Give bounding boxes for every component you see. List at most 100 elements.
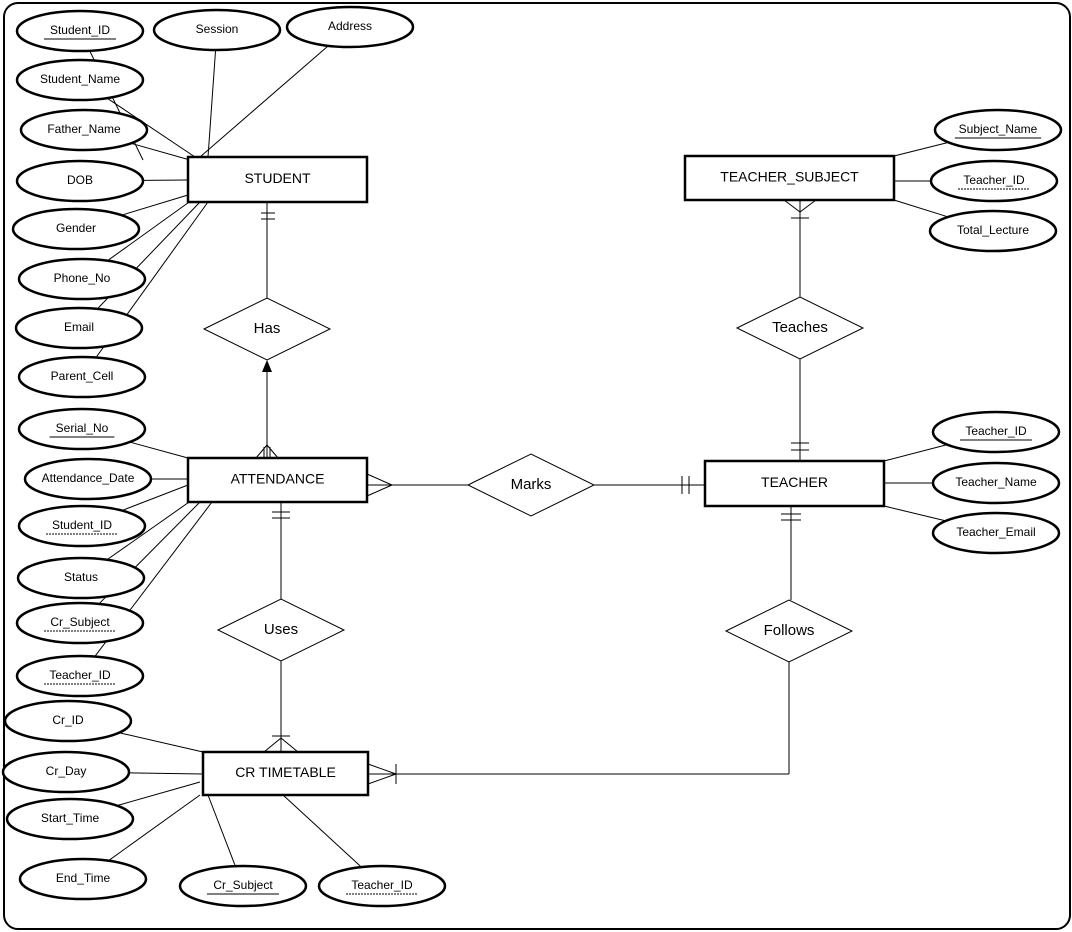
attribute-connector: [893, 199, 949, 218]
relationship-label: Marks: [511, 476, 552, 493]
attribute-cr-subject: Cr_Subject: [178, 864, 308, 908]
relationship-follows: Follows: [724, 599, 854, 663]
attribute-connector: [883, 444, 948, 462]
relationship-label: Teaches: [772, 319, 828, 336]
entity-label: ATTENDANCE: [231, 471, 325, 487]
attribute-cr-day: Cr_Day: [1, 750, 131, 794]
entity-teacher-subject: TEACHER_SUBJECT: [683, 154, 896, 202]
attribute-student-id: Student_ID: [15, 9, 145, 53]
attribute-teacher-id: Teacher_ID: [15, 654, 145, 698]
crow-foot: [263, 737, 282, 753]
attribute-label: Teacher_ID: [965, 424, 1027, 438]
attribute-connector: [130, 142, 191, 161]
attribute-start-time: Start_Time: [5, 797, 135, 841]
crow-foot: [366, 484, 393, 497]
attribute-serial-no: Serial_No: [17, 407, 147, 451]
attribute-label: Student_Name: [40, 72, 120, 86]
attribute-label: Address: [328, 19, 372, 33]
attribute-label: Cr_Subject: [50, 615, 110, 629]
attribute-gender: Gender: [11, 207, 141, 251]
attribute-label: Teacher_Name: [955, 475, 1037, 489]
entity-label: CR TIMETABLE: [235, 764, 336, 780]
attribute-teacher-email: Teacher_Email: [931, 511, 1061, 555]
attribute-label: Subject_Name: [959, 122, 1038, 136]
attribute-teacher-name: Teacher_Name: [931, 461, 1061, 505]
attribute-label: Serial_No: [56, 421, 109, 435]
relationship-label: Follows: [764, 622, 815, 639]
arrow-head-icon: [262, 360, 272, 372]
attribute-subject-name: Subject_Name: [933, 108, 1063, 152]
attribute-email: Email: [14, 306, 144, 350]
attribute-label: Total_Lecture: [957, 223, 1029, 237]
attribute-cr-id: Cr_ID: [3, 699, 133, 743]
entity-teacher: TEACHER: [703, 459, 886, 508]
entity-label: TEACHER_SUBJECT: [720, 169, 859, 185]
attribute-label: Email: [64, 320, 94, 334]
attribute-label: Teacher_Email: [956, 525, 1035, 539]
relationship-teaches: Teaches: [735, 296, 865, 360]
attribute-label: Session: [196, 22, 239, 36]
attribute-session: Session: [152, 8, 282, 52]
entity-student: STUDENT: [186, 155, 369, 204]
attribute-attendance-date: Attendance_Date: [23, 457, 153, 501]
attribute-connector: [121, 194, 189, 216]
crow-foot: [255, 444, 268, 459]
attribute-cr-subject: Cr_Subject: [15, 601, 145, 645]
crow-foot: [367, 773, 397, 785]
er-diagram: Student_ID Session Address Student_Name Fath…: [1, 2, 1071, 930]
attribute-address: Address: [285, 5, 415, 49]
attribute-label: Cr_Subject: [213, 878, 273, 892]
attribute-label: Gender: [56, 221, 96, 235]
attribute-teacher-id: Teacher_ID: [929, 159, 1059, 203]
attribute-label: Teacher_ID: [49, 668, 111, 682]
attribute-label: Student_ID: [50, 23, 110, 37]
attribute-connector: [207, 794, 236, 867]
attribute-connector: [893, 141, 949, 157]
attribute-label: End_Time: [56, 871, 111, 885]
attribute-label: Status: [64, 570, 98, 584]
attribute-label: Cr_Day: [46, 764, 87, 778]
attribute-end-time: End_Time: [18, 857, 148, 901]
attribute-connector: [118, 732, 204, 753]
attribute-parent-cell: Parent_Cell: [17, 355, 147, 399]
attribute-connector: [199, 45, 329, 158]
relationship-label: Uses: [264, 621, 298, 638]
attribute-label: DOB: [67, 173, 93, 187]
attribute-connector: [282, 794, 362, 868]
attribute-phone-no: Phone_No: [17, 257, 147, 301]
crow-foot: [266, 444, 279, 459]
entity-cr-timetable: CR TIMETABLE: [201, 750, 370, 797]
attribute-label: Start_Time: [41, 811, 100, 825]
attribute-dob: DOB: [15, 159, 145, 203]
attribute-status: Status: [16, 556, 146, 600]
crow-foot: [783, 199, 801, 213]
entity-attendance: ATTENDANCE: [186, 456, 369, 504]
relationship-label: Has: [254, 320, 281, 337]
entity-label: STUDENT: [244, 170, 311, 186]
attribute-label: Parent_Cell: [51, 369, 114, 383]
attribute-connector: [883, 505, 946, 522]
crow-foot: [366, 473, 393, 486]
attribute-father-name: Father_Name: [19, 108, 149, 152]
attribute-label: Father_Name: [47, 122, 121, 136]
relationship-has: Has: [202, 297, 332, 361]
attribute-label: Teacher_ID: [963, 173, 1025, 187]
attribute-connector: [207, 49, 217, 158]
attribute-label: Teacher_ID: [351, 878, 413, 892]
attribute-total-lecture: Total_Lecture: [928, 209, 1058, 253]
attribute-connector: [128, 772, 204, 775]
relationship-marks: Marks: [466, 453, 596, 517]
crow-foot: [799, 199, 817, 213]
relationship-uses: Uses: [216, 598, 346, 662]
attribute-teacher-id: Teacher_ID: [931, 410, 1061, 454]
attribute-connector: [129, 441, 189, 459]
crow-foot: [367, 763, 397, 775]
entity-label: TEACHER: [761, 474, 828, 490]
attribute-student-name: Student_Name: [15, 58, 145, 102]
attribute-label: Student_ID: [52, 518, 112, 532]
attribute-label: Cr_ID: [52, 713, 84, 727]
crow-foot: [280, 737, 299, 753]
attribute-label: Phone_No: [54, 271, 111, 285]
attribute-connector: [116, 781, 201, 807]
attribute-teacher-id: Teacher_ID: [317, 864, 447, 908]
